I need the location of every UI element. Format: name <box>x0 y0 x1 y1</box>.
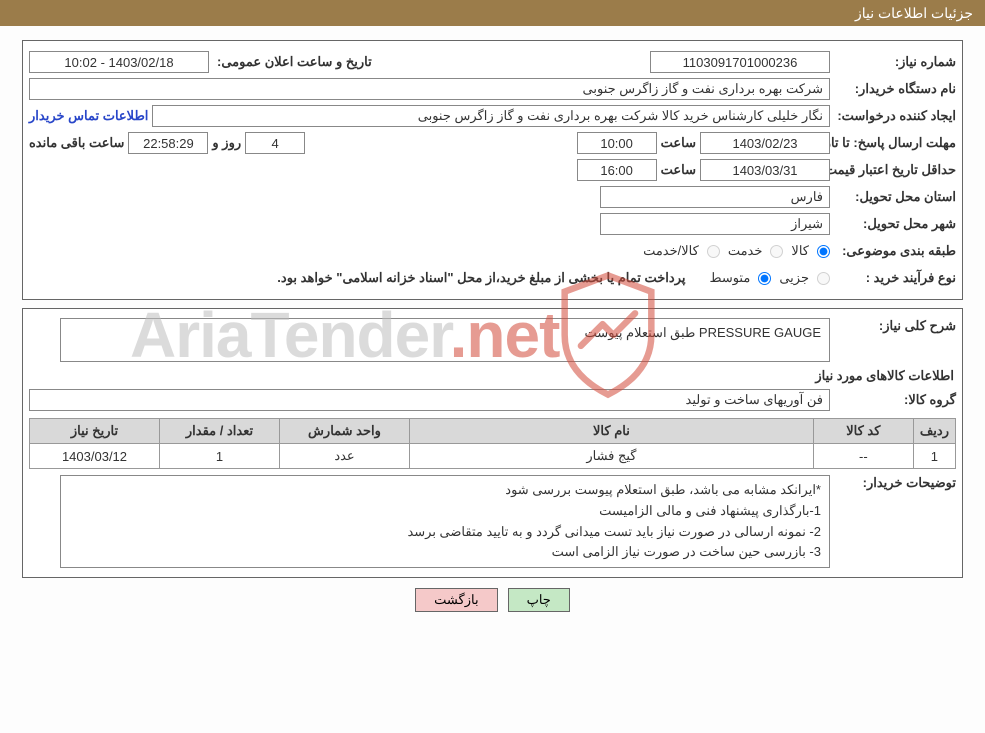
radio-service[interactable] <box>770 245 783 258</box>
textarea-buyer-notes[interactable]: *ایرانکد مشابه می باشد، طبق استعلام پیوس… <box>60 475 830 568</box>
th-row: ردیف <box>913 419 955 444</box>
th-code: کد کالا <box>813 419 913 444</box>
field-countdown: 22:58:29 <box>128 132 208 154</box>
label-deadline: مهلت ارسال پاسخ: تا تاریخ: <box>834 135 956 152</box>
action-buttons: چاپ بازگشت <box>22 588 963 612</box>
field-deadline-date: 1403/02/23 <box>700 132 830 154</box>
radio-partial-label: جزیی <box>779 270 809 286</box>
label-days-and: روز و <box>212 135 241 151</box>
field-announce-datetime: 1403/02/18 - 10:02 <box>29 51 209 73</box>
label-process-type: نوع فرآیند خرید : <box>834 270 956 286</box>
label-overall-desc: شرح کلی نیاز: <box>834 318 956 334</box>
field-buyer-org: شرکت بهره برداری نفت و گاز زاگرس جنوبی <box>29 78 830 100</box>
label-goods-group: گروه کالا: <box>834 392 956 408</box>
field-validity-date: 1403/03/31 <box>700 159 830 181</box>
field-deadline-time: 10:00 <box>577 132 657 154</box>
radio-medium-label: متوسط <box>709 270 750 286</box>
label-city: شهر محل تحویل: <box>834 216 956 232</box>
th-name: نام کالا <box>410 419 814 444</box>
td-name: گیج فشار <box>410 444 814 469</box>
section-items: شرح کلی نیاز: PRESSURE GAUGE طبق استعلام… <box>22 308 963 578</box>
th-date: تاریخ نیاز <box>30 419 160 444</box>
field-city: شیراز <box>600 213 830 235</box>
td-row: 1 <box>913 444 955 469</box>
th-unit: واحد شمارش <box>280 419 410 444</box>
radio-partial[interactable] <box>817 272 830 285</box>
textarea-overall-desc[interactable]: PRESSURE GAUGE طبق استعلام پیوست <box>60 318 830 362</box>
content-area: شماره نیاز: 1103091701000236 تاریخ و ساع… <box>0 26 985 622</box>
td-unit: عدد <box>280 444 410 469</box>
panel-header-title: جزئیات اطلاعات نیاز <box>855 5 973 22</box>
td-code: -- <box>813 444 913 469</box>
label-creator: ایجاد کننده درخواست: <box>834 108 956 124</box>
items-table: ردیف کد کالا نام کالا واحد شمارش تعداد /… <box>29 418 956 469</box>
radio-goods-label: کالا <box>791 243 809 259</box>
payment-note: پرداخت تمام یا بخشی از مبلغ خرید،از محل … <box>277 270 685 286</box>
radio-medium[interactable] <box>758 272 771 285</box>
radio-group-process: جزیی متوسط <box>709 270 830 286</box>
label-buyer-notes: توضیحات خریدار: <box>834 475 956 491</box>
link-buyer-contact[interactable]: اطلاعات تماس خریدار <box>29 108 148 124</box>
label-time-2: ساعت <box>661 162 696 178</box>
label-announce-datetime: تاریخ و ساعت اعلان عمومی: <box>213 54 372 70</box>
label-buyer-org: نام دستگاه خریدار: <box>834 81 956 97</box>
td-date: 1403/03/12 <box>30 444 160 469</box>
label-time-1: ساعت <box>661 135 696 151</box>
th-qty: تعداد / مقدار <box>160 419 280 444</box>
field-days-left: 4 <box>245 132 305 154</box>
radio-goods-service-label: کالا/خدمت <box>643 243 699 259</box>
section-need-info: شماره نیاز: 1103091701000236 تاریخ و ساع… <box>22 40 963 300</box>
title-required-items: اطلاعات کالاهای مورد نیاز <box>31 368 954 384</box>
table-row: 1 -- گیج فشار عدد 1 1403/03/12 <box>30 444 956 469</box>
label-need-number: شماره نیاز: <box>834 54 956 70</box>
radio-group-category: کالا خدمت کالا/خدمت <box>643 243 830 259</box>
panel-header: جزئیات اطلاعات نیاز <box>0 0 985 26</box>
field-province: فارس <box>600 186 830 208</box>
radio-service-label: خدمت <box>728 243 763 259</box>
field-goods-group: فن آوریهای ساخت و تولید <box>29 389 830 411</box>
radio-goods-service[interactable] <box>707 245 720 258</box>
label-remaining: ساعت باقی مانده <box>29 135 124 151</box>
radio-goods[interactable] <box>817 245 830 258</box>
items-table-header-row: ردیف کد کالا نام کالا واحد شمارش تعداد /… <box>30 419 956 444</box>
label-category: طبقه بندی موضوعی: <box>834 243 956 259</box>
td-qty: 1 <box>160 444 280 469</box>
label-province: استان محل تحویل: <box>834 189 956 205</box>
label-validity: حداقل تاریخ اعتبار قیمت: تا تاریخ: <box>834 162 956 179</box>
field-creator: نگار خلیلی کارشناس خرید کالا شرکت بهره ب… <box>152 105 830 127</box>
back-button[interactable]: بازگشت <box>415 588 497 612</box>
field-validity-time: 16:00 <box>577 159 657 181</box>
field-need-number: 1103091701000236 <box>650 51 830 73</box>
print-button[interactable]: چاپ <box>508 588 570 612</box>
